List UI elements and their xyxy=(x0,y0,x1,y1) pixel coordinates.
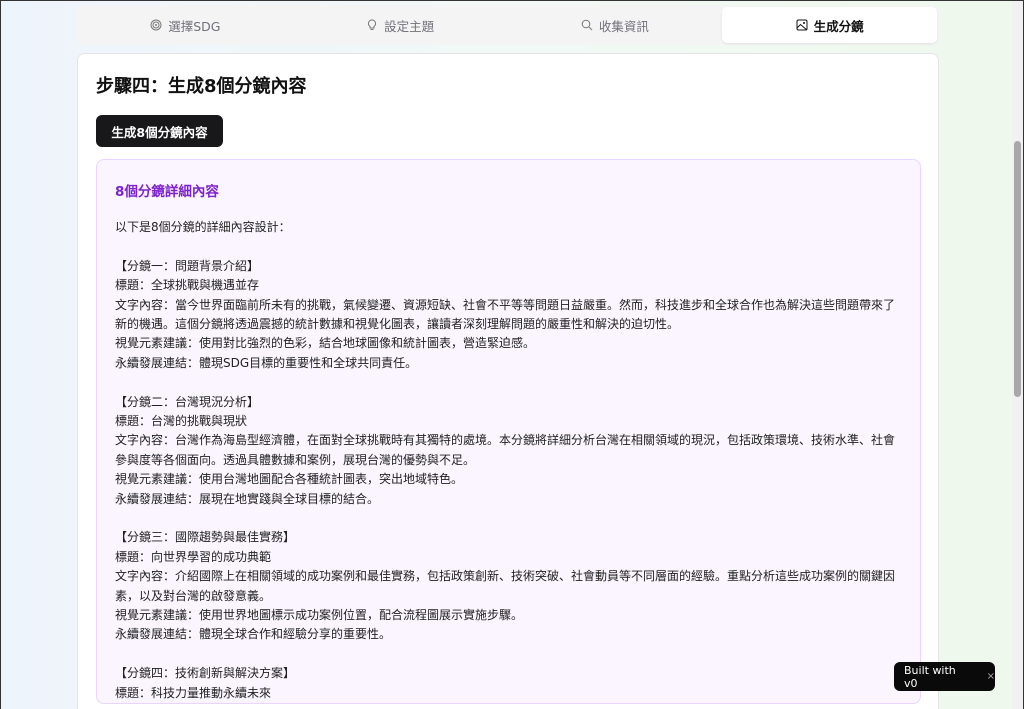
result-heading: 8個分鏡詳細內容 xyxy=(115,184,219,200)
content-line: 【分鏡一：問題背景介紹】 xyxy=(115,258,260,273)
content-line xyxy=(115,373,902,392)
content-line: 永續發展連結：展現在地實踐與全球目標的結合。 xyxy=(115,491,380,506)
tab-label: 選擇SDG xyxy=(168,18,221,34)
content-line: 【分鏡四：技術創新與解決方案】 xyxy=(115,666,296,681)
image-icon xyxy=(796,19,808,31)
content-line: 文字內容：台灣作為海島型經濟體，在面對全球挑戰時有其獨特的處境。本分鏡將詳細分析… xyxy=(115,433,896,448)
content-line: 文字內容：當今世界面臨前所未有的挑戰，氣候變遷、資源短缺、社會不平等等問題日益嚴… xyxy=(115,297,896,312)
content-line xyxy=(115,237,902,256)
tab-label: 生成分鏡 xyxy=(813,18,864,34)
content-line: 視覺元素建議：使用世界地圖標示成功案例位置，配合流程圖展示實施步驟。 xyxy=(115,608,524,623)
content-line xyxy=(115,509,902,528)
badge-label: Built with v0 xyxy=(904,663,956,690)
content-line: 永續發展連結：體現SDG目標的重要性和全球共同責任。 xyxy=(115,355,418,370)
generate-button[interactable]: 生成8個分鏡內容 xyxy=(96,115,223,147)
scrollbar-thumb[interactable] xyxy=(1014,141,1021,397)
content-line: 標題：科技力量推動永續未來 xyxy=(115,685,272,700)
tab-generate-storyboard[interactable]: 生成分鏡 xyxy=(722,7,937,43)
content-line: 【分鏡三：國際趨勢與最佳實務】 xyxy=(115,530,296,545)
tab-collect-info[interactable]: 收集資訊 xyxy=(508,7,723,43)
content-line: 【分鏡二：台灣現況分析】 xyxy=(115,394,260,409)
lightbulb-icon xyxy=(368,19,377,30)
tab-select-sdg[interactable]: 選擇SDG xyxy=(78,7,293,43)
content-line: 標題：向世界學習的成功典範 xyxy=(115,549,272,564)
content-line: 文字內容：介紹國際上在相關領域的成功案例和最佳實務，包括政策創新、技術突破、社會… xyxy=(115,569,896,584)
content-line: 參與度等各個面向。透過具體數據和案例，展現台灣的優勢與不足。 xyxy=(115,452,476,467)
content-line: 標題：台灣的挑戰與現狀 xyxy=(115,414,248,429)
content-line: 視覺元素建議：使用對比強烈的色彩，結合地球圖像和統計圖表，營造緊迫感。 xyxy=(115,336,536,351)
content-line: 標題：全球挑戰與機遇並存 xyxy=(115,278,260,293)
content-line xyxy=(115,645,902,664)
result-content: 以下是8個分鏡的詳細內容設計： 【分鏡一：問題背景介紹】 標題：全球挑戰與機遇並存文… xyxy=(115,218,902,703)
page-title: 步驟四：生成8個分鏡內容 xyxy=(96,76,307,97)
search-icon xyxy=(581,19,593,31)
target-icon xyxy=(150,19,162,31)
content-line: 以下是8個分鏡的詳細內容設計： xyxy=(115,220,291,234)
content-line: 永續發展連結：體現全球合作和經驗分享的重要性。 xyxy=(115,627,392,642)
result-panel: 8個分鏡詳細內容 以下是8個分鏡的詳細內容設計： 【分鏡一：問題背景介紹】 標題：全… xyxy=(96,159,921,704)
content-line: 視覺元素建議：使用台灣地圖配合各種統計圖表，突出地域特色。 xyxy=(115,472,464,487)
tab-label: 設定主題 xyxy=(384,18,435,34)
built-with-badge[interactable]: Built with v0 × xyxy=(894,662,995,691)
content-line: 素，以及對台灣的啟發意義。 xyxy=(115,588,272,603)
content-line: 新的機遇。這個分鏡將透過震撼的統計數據和視覺化圖表，讓讀者深刻理解問題的嚴重性和… xyxy=(115,317,680,332)
tab-label: 收集資訊 xyxy=(598,18,649,34)
scrollbar[interactable] xyxy=(1012,1,1023,709)
close-icon[interactable]: × xyxy=(987,671,995,682)
step-card: 步驟四：生成8個分鏡內容 生成8個分鏡內容 8個分鏡詳細內容 以下是8個分鏡的詳… xyxy=(77,53,939,709)
step-tabs: 選擇SDG 設定主題 收集資訊 生成分鏡 xyxy=(76,5,939,45)
tab-set-topic[interactable]: 設定主題 xyxy=(293,7,508,43)
